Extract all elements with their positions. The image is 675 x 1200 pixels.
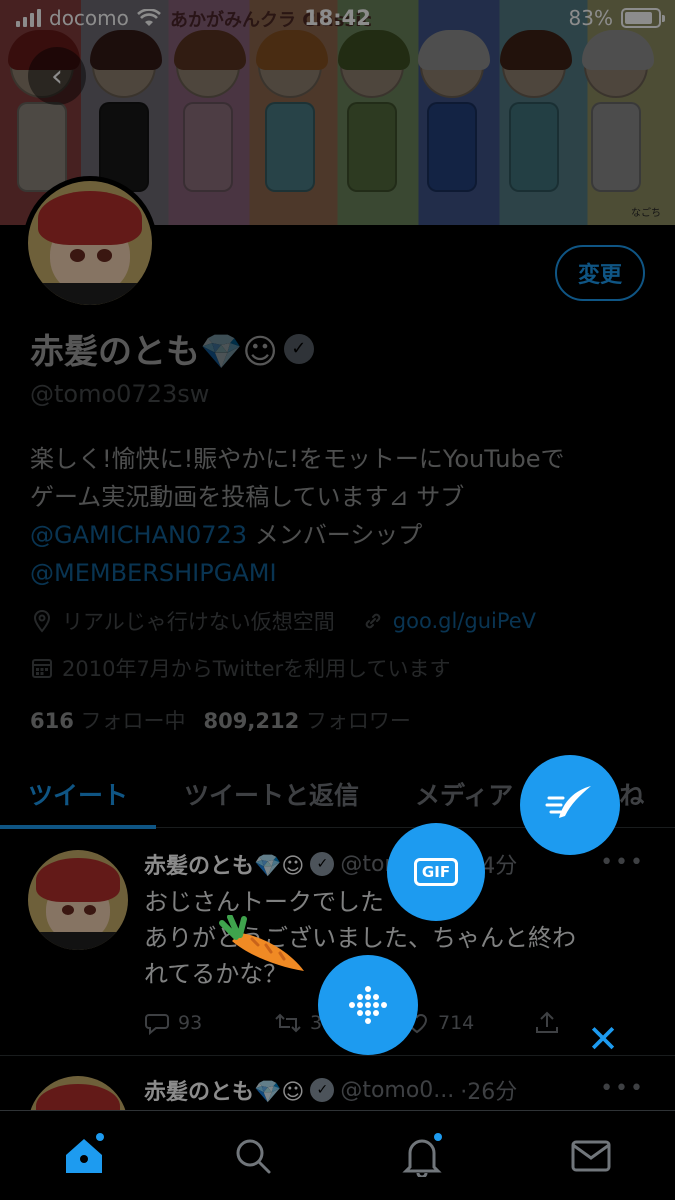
home-icon	[66, 1138, 103, 1173]
gif-button[interactable]: GIF	[387, 823, 485, 921]
nav-search[interactable]	[213, 1121, 293, 1191]
feather-compose-icon	[545, 786, 591, 818]
bottom-navigation	[0, 1110, 675, 1200]
bell-icon	[402, 1139, 442, 1177]
fleet-button[interactable]	[318, 955, 418, 1055]
nav-messages[interactable]	[551, 1121, 631, 1191]
nav-home[interactable]	[44, 1121, 124, 1191]
notification-dot	[96, 1132, 105, 1141]
search-icon	[236, 1139, 271, 1173]
carrot-icon	[219, 915, 304, 971]
notification-dot	[433, 1132, 442, 1141]
compose-tweet-button[interactable]	[520, 755, 620, 855]
close-fab-menu-icon[interactable]: ✕	[580, 1016, 626, 1062]
dots-grid-icon	[349, 986, 387, 1024]
mail-icon	[571, 1140, 611, 1171]
gif-icon: GIF	[413, 858, 459, 886]
nav-notifications[interactable]	[382, 1121, 462, 1191]
